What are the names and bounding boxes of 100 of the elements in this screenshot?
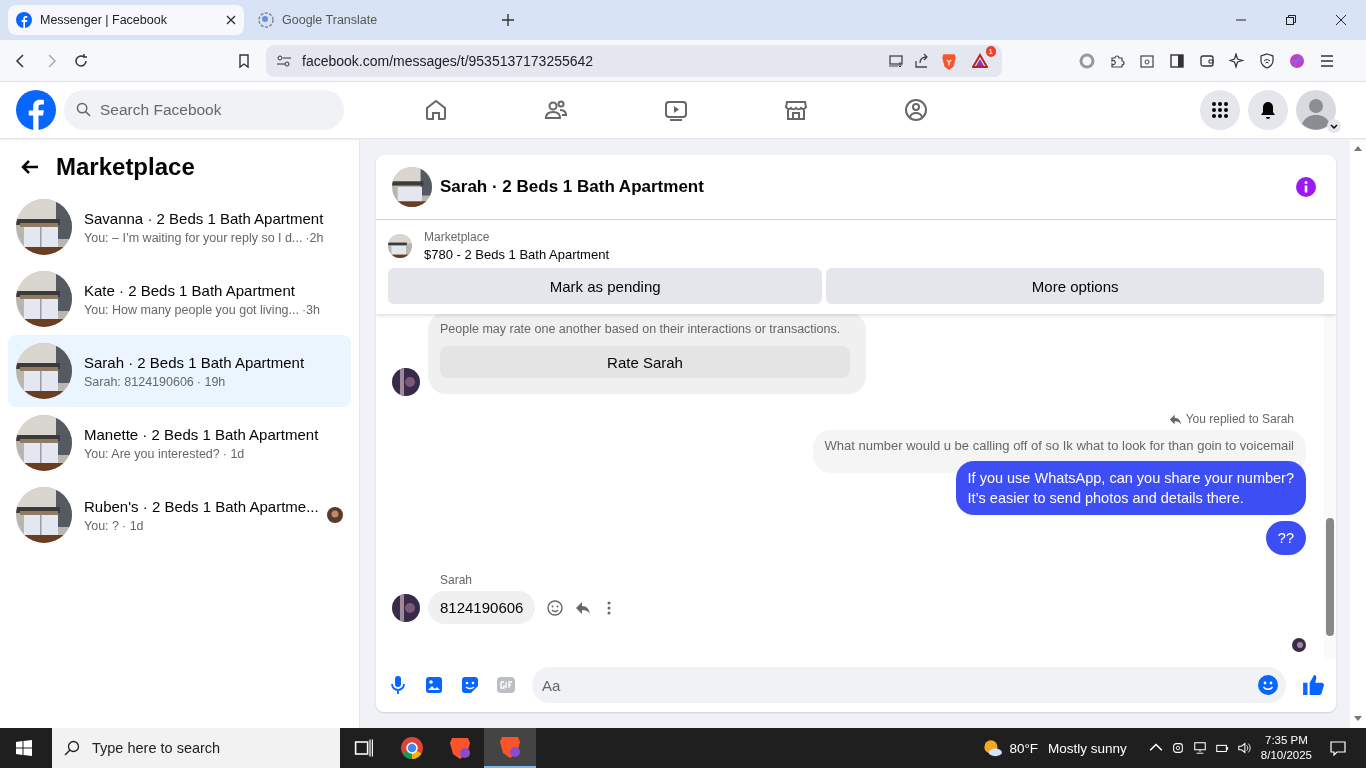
shield-icon[interactable] (1259, 52, 1275, 69)
close-icon[interactable] (226, 15, 236, 25)
conversation-title: Sarah · 2 Beds 1 Bath Apartment (84, 353, 306, 371)
sent-message: If you use WhatsApp, can you share your number? It’s easier to send photos and details there. (955, 461, 1306, 515)
store-icon[interactable] (784, 98, 808, 122)
puzzle-icon[interactable] (1109, 52, 1125, 69)
conversation-item[interactable]: Ruben's · 2 Beds 1 Bath Apartme... You: ? · 1d (8, 479, 351, 551)
notifications-button[interactable] (1248, 90, 1288, 130)
scroll-down-icon[interactable] (1354, 716, 1362, 722)
sidebar-icon[interactable] (1169, 52, 1185, 69)
clock-date: 8/10/2025 (1260, 748, 1312, 763)
search-icon (76, 102, 91, 117)
video-icon[interactable] (664, 98, 688, 122)
clock-time: 7:35 PM (1265, 733, 1308, 748)
translate-icon (258, 12, 274, 28)
search-icon (64, 740, 80, 756)
site-settings-icon[interactable] (276, 52, 292, 69)
temperature: 80°F (1009, 740, 1039, 756)
weather-text: Mostly sunny (1048, 740, 1127, 756)
conversation-item[interactable]: Manette · 2 Beds 1 Bath Apartment You: Are you interested? · 1d (8, 407, 351, 479)
conversation-item[interactable]: Savanna · 2 Beds 1 Bath Apartment You: – I’m waiting for your reply so I d... ·2h (8, 191, 351, 263)
search-field[interactable]: Search Facebook (64, 90, 344, 130)
bell-icon (1258, 100, 1278, 120)
more-icon[interactable] (607, 599, 612, 616)
triangle-icon[interactable] (972, 52, 988, 69)
info-icon[interactable] (1296, 177, 1316, 197)
emoji-icon[interactable] (1258, 675, 1278, 695)
sender-name: Sarah (440, 573, 474, 587)
share-icon[interactable] (914, 52, 930, 69)
lion-shield-icon[interactable] (498, 735, 522, 759)
smiley-icon[interactable] (547, 599, 564, 616)
message-preview: You: Are you interested? (84, 446, 220, 461)
sent-message: ?? (1265, 521, 1306, 555)
action-button[interactable]: More options (826, 268, 1324, 304)
message-field[interactable]: Aa (532, 667, 1286, 703)
reload-icon[interactable] (73, 52, 89, 69)
listing-title: $780 - 2 Beds 1 Bath Apartment (424, 247, 609, 262)
message-preview: You: ? (84, 518, 119, 533)
message-preview: You: – I’m waiting for your reply so I d... (84, 230, 303, 245)
camera-icon[interactable] (1170, 741, 1185, 755)
rate-button[interactable]: Rate Sarah (440, 346, 850, 378)
read-receipt-avatar (1292, 638, 1306, 652)
like-icon[interactable] (1302, 674, 1324, 696)
image-icon[interactable] (424, 675, 444, 695)
action-button[interactable]: Mark as pending (388, 268, 823, 304)
sparkle-icon[interactable] (1229, 52, 1245, 69)
lion-shield-icon[interactable] (940, 51, 958, 70)
chrome-icon[interactable] (400, 736, 424, 760)
network-icon[interactable] (1192, 741, 1207, 755)
received-message: 8124190606 (428, 591, 536, 624)
browser-tab[interactable]: Messenger | Facebook (8, 5, 244, 35)
conversation-title: Kate · 2 Beds 1 Bath Apartment (84, 281, 296, 299)
facebook-icon (16, 12, 32, 28)
scrollbar[interactable] (1324, 314, 1336, 658)
conversation-title: Savanna · 2 Beds 1 Bath Apartment (84, 209, 325, 227)
message-time: ·2h (305, 230, 324, 245)
wallet-icon[interactable] (1199, 52, 1215, 69)
scroll-up-icon[interactable] (1354, 145, 1362, 151)
new-tab-icon[interactable] (502, 14, 514, 26)
sidebar-title: Marketplace (56, 153, 195, 181)
address-bar[interactable]: facebook.com/messages/t/9535137173255642 1 (266, 44, 1002, 77)
message-time: · 1d (122, 518, 144, 533)
message-preview: You: How many people you got living... (84, 302, 299, 317)
reply-label: You replied to Sarah (1185, 412, 1294, 426)
lion-shield-icon[interactable] (448, 736, 472, 760)
menu-button[interactable] (1200, 90, 1240, 130)
sticker-icon[interactable] (460, 675, 480, 695)
grid-icon (1210, 100, 1230, 120)
message-time: · 1d (222, 446, 245, 461)
volume-icon[interactable] (1236, 741, 1251, 755)
rating-description: People may rate one another based on their interactions or transactions. (440, 322, 842, 336)
close-icon[interactable] (1335, 14, 1347, 26)
groups-icon[interactable] (904, 98, 928, 122)
message-time: ·3h (301, 302, 321, 317)
browser-tab[interactable]: Google Translate (250, 5, 486, 35)
menu-icon[interactable] (1319, 52, 1335, 69)
chat-title: Sarah · 2 Beds 1 Bath Apartment (440, 177, 704, 197)
notification-badge: 1 (985, 45, 996, 57)
install-icon[interactable] (888, 52, 904, 69)
caret-icon[interactable] (1327, 119, 1341, 133)
microphone-icon[interactable] (388, 675, 408, 695)
window-search-icon[interactable] (1139, 52, 1155, 69)
restore-icon[interactable] (1285, 14, 1297, 26)
listing-label: Marketplace (424, 230, 491, 244)
circle-icon[interactable] (1079, 52, 1095, 69)
profile-icon[interactable] (1289, 52, 1305, 69)
conversation-title: Manette · 2 Beds 1 Bath Apartment (84, 425, 320, 443)
message-time: · 19h (196, 374, 226, 389)
taskbar-search-field[interactable]: Type here to search (52, 728, 340, 768)
facebook-logo[interactable] (16, 90, 56, 130)
notification-icon[interactable] (1330, 740, 1346, 756)
bookmark-icon[interactable] (236, 52, 252, 69)
reply-icon (1168, 412, 1182, 426)
friends-icon[interactable] (544, 98, 568, 122)
conversation-item[interactable]: Sarah · 2 Beds 1 Bath Apartment Sarah: 8124190606 · 19h (8, 335, 351, 407)
message-preview: Sarah: 8124190606 (84, 374, 194, 389)
windows-start-icon[interactable] (16, 740, 32, 756)
home-icon[interactable] (424, 98, 448, 122)
conversation-item[interactable]: Kate · 2 Beds 1 Bath Apartment You: How many people you got living... ·3h (8, 263, 351, 335)
weather-icon[interactable] (981, 737, 1004, 759)
